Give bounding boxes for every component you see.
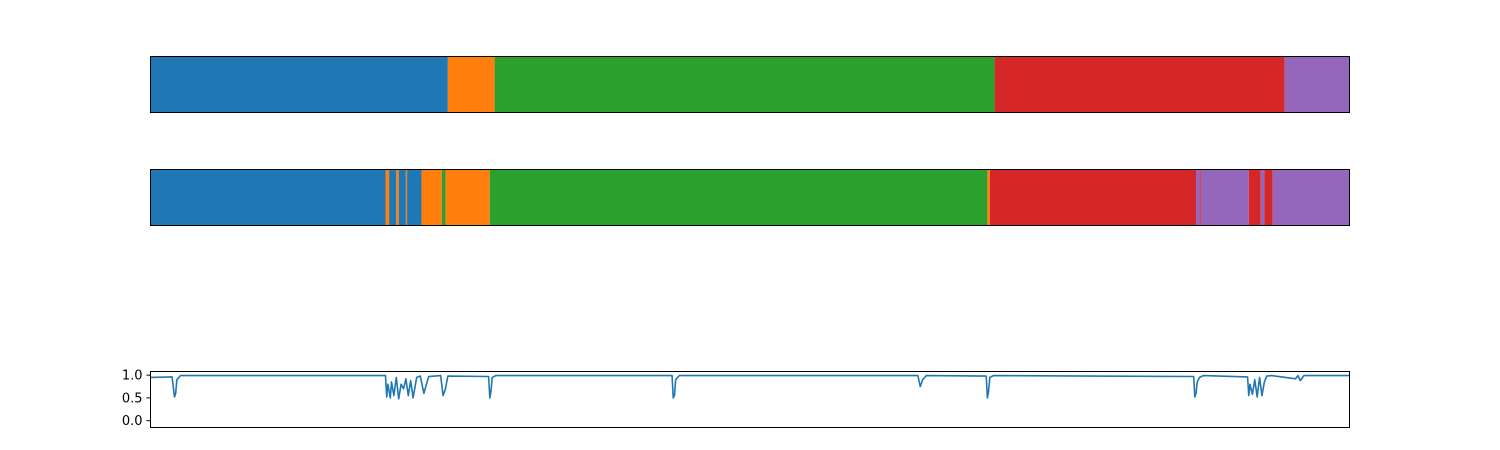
y-tick-label: 1.0 [122,369,143,384]
segment-1 [150,169,386,226]
segment-11 [489,169,988,226]
segment-1 [150,56,448,113]
segment-5 [398,169,406,226]
segment-14 [1196,169,1200,226]
series-line-1 [150,374,1350,400]
segment-12 [987,169,990,226]
segment-17 [1248,169,1261,226]
y-tick-label: 0.5 [122,391,143,406]
segment-2 [385,169,390,226]
segment-15 [1199,169,1201,226]
segment-4 [396,169,399,226]
y-tick-label: 0.0 [122,414,143,429]
segment-16 [1200,169,1249,226]
segment-5 [1284,56,1350,113]
segment-9 [441,169,446,226]
segment-6 [405,169,408,226]
segment-10 [445,169,490,226]
line-panel-frame [150,371,1350,428]
segment-18 [1260,169,1265,226]
top-segment-strip [150,56,1350,113]
segment-3 [494,56,995,113]
segment-7 [407,169,422,226]
confidence-line-panel: 1.0 0.5 0.0 [122,369,1350,429]
segment-4 [994,56,1285,113]
segment-8 [421,169,442,226]
middle-segment-strip [150,169,1350,226]
segment-19 [1264,169,1273,226]
segment-2 [447,56,495,113]
segment-3 [389,169,397,226]
segment-20 [1272,169,1350,226]
segment-13 [989,169,1197,226]
figure: 1.0 0.5 0.0 [122,56,1350,429]
